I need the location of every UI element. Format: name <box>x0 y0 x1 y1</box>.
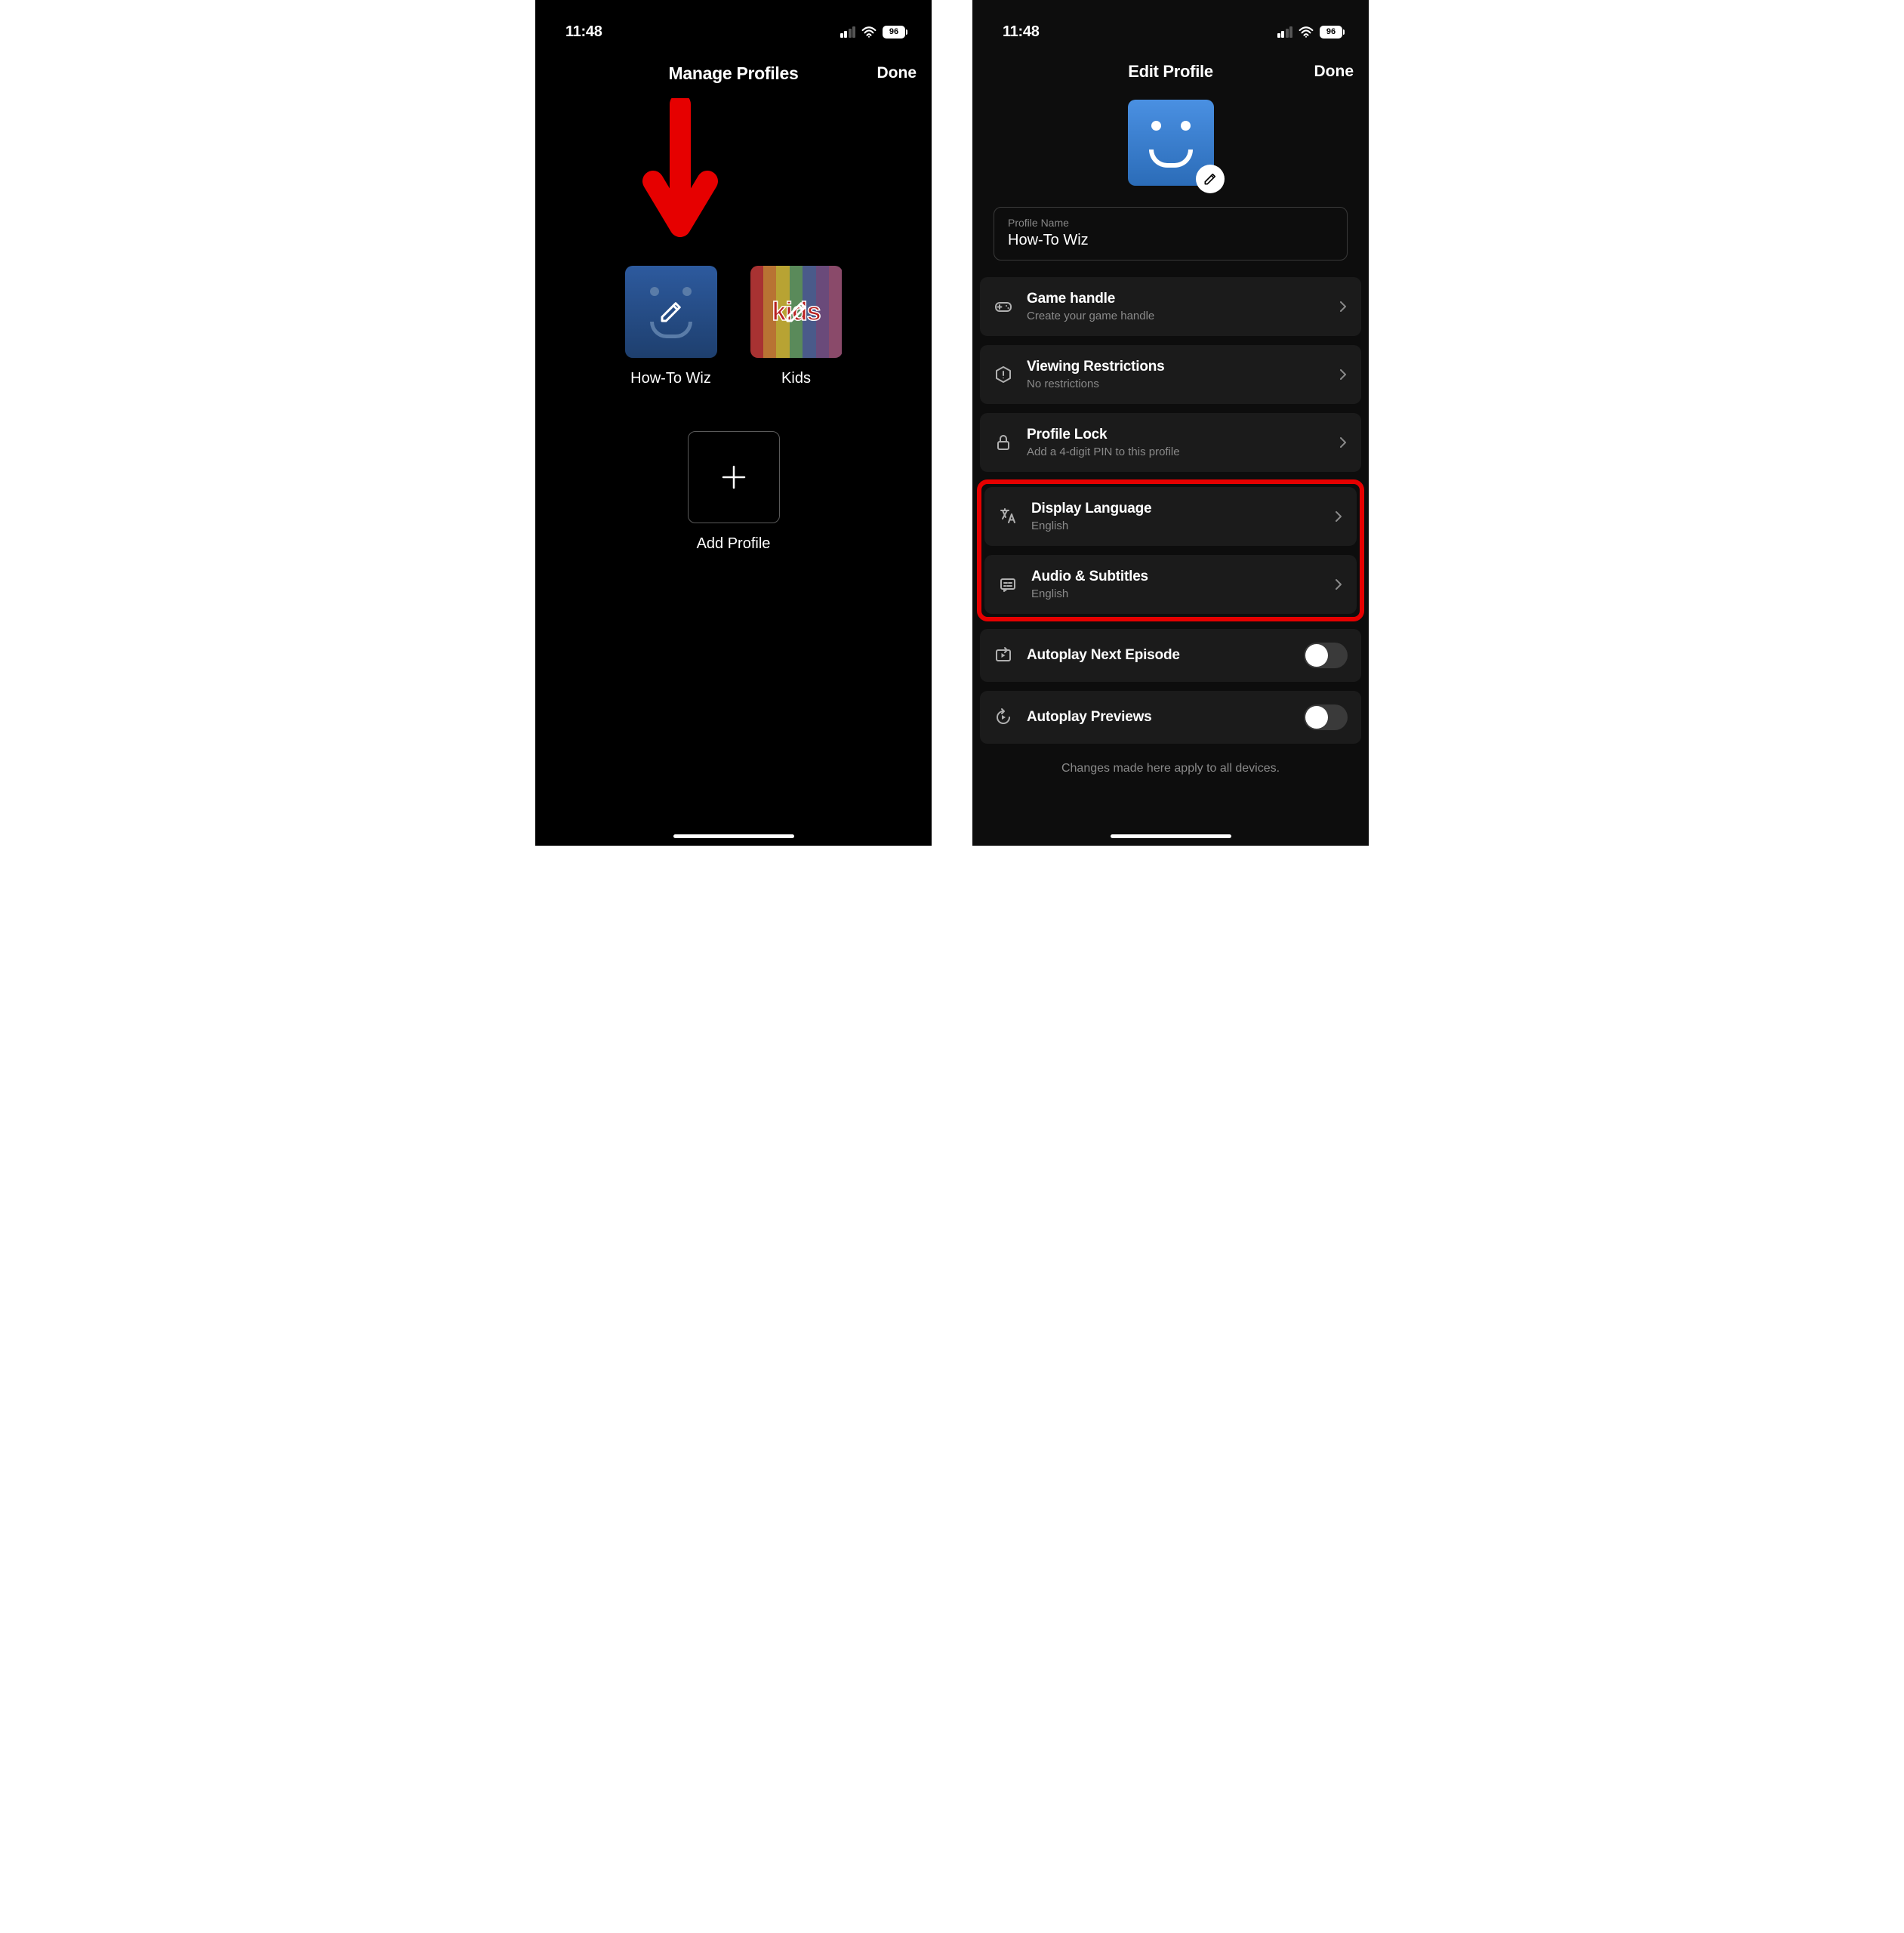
field-label: Profile Name <box>1008 217 1333 229</box>
chevron-right-icon <box>1334 577 1343 592</box>
setting-game-handle[interactable]: Game handle Create your game handle <box>980 277 1361 336</box>
status-icons: 96 <box>1277 26 1345 39</box>
lock-icon <box>994 433 1013 452</box>
play-next-icon <box>994 646 1013 665</box>
status-bar: 11:48 96 <box>535 0 932 47</box>
cell-signal-icon <box>1277 26 1293 38</box>
setting-title: Autoplay Previews <box>1027 709 1290 726</box>
chevron-right-icon <box>1339 299 1348 314</box>
footnote: Changes made here apply to all devices. <box>972 762 1369 775</box>
setting-audio-subtitles[interactable]: Audio & Subtitles English <box>984 555 1357 614</box>
status-time: 11:48 <box>1003 23 1040 41</box>
language-icon <box>998 507 1018 526</box>
status-icons: 96 <box>840 26 908 39</box>
setting-title: Viewing Restrictions <box>1027 359 1325 375</box>
profile-label: How-To Wiz <box>630 370 711 387</box>
plus-icon <box>719 462 749 492</box>
pencil-icon <box>1203 171 1218 187</box>
done-button[interactable]: Done <box>877 64 917 82</box>
setting-autoplay-previews[interactable]: Autoplay Previews <box>980 691 1361 744</box>
header: Edit Profile Done <box>972 47 1369 97</box>
profile-name-input[interactable] <box>1008 232 1333 249</box>
setting-subtitle: English <box>1031 519 1320 532</box>
profile-item-kids[interactable]: kids Kids <box>750 266 843 387</box>
status-bar: 11:48 96 <box>972 0 1369 47</box>
battery-icon: 96 <box>883 26 907 39</box>
profiles-grid: How-To Wiz kids Kids <box>535 266 932 387</box>
setting-viewing-restrictions[interactable]: Viewing Restrictions No restrictions <box>980 345 1361 404</box>
setting-subtitle: No restrictions <box>1027 378 1325 390</box>
game-controller-icon <box>994 297 1013 316</box>
replay-icon <box>994 708 1013 727</box>
page-title: Manage Profiles <box>669 63 799 84</box>
toggle-autoplay-next[interactable] <box>1304 643 1348 668</box>
setting-subtitle: Create your game handle <box>1027 310 1325 322</box>
battery-icon: 96 <box>1320 26 1345 39</box>
edit-avatar-button[interactable] <box>1196 165 1225 193</box>
setting-title: Autoplay Next Episode <box>1027 647 1290 664</box>
chevron-right-icon <box>1339 435 1348 450</box>
toggle-autoplay-previews[interactable] <box>1304 704 1348 730</box>
subtitles-icon <box>998 575 1018 594</box>
pencil-icon <box>658 298 685 325</box>
battery-level: 96 <box>883 26 905 39</box>
page-title: Edit Profile <box>1128 62 1213 82</box>
status-time: 11:48 <box>565 23 602 41</box>
chevron-right-icon <box>1339 367 1348 382</box>
wifi-icon <box>1299 26 1314 38</box>
avatar <box>625 266 717 358</box>
setting-title: Profile Lock <box>1027 427 1325 443</box>
header: Manage Profiles Done <box>535 47 932 100</box>
home-indicator[interactable] <box>673 834 794 838</box>
home-indicator[interactable] <box>1111 834 1231 838</box>
add-profile-label: Add Profile <box>697 535 771 553</box>
chevron-right-icon <box>1334 509 1343 524</box>
wifi-icon <box>861 26 877 38</box>
setting-autoplay-next[interactable]: Autoplay Next Episode <box>980 629 1361 682</box>
add-profile-button[interactable]: Add Profile <box>535 431 932 553</box>
setting-subtitle: English <box>1031 587 1320 600</box>
setting-display-language[interactable]: Display Language English <box>984 487 1357 546</box>
cell-signal-icon <box>840 26 856 38</box>
setting-title: Game handle <box>1027 291 1325 307</box>
done-button[interactable]: Done <box>1314 63 1354 81</box>
manage-profiles-screen: 11:48 96 Manage Profiles Done <box>535 0 932 846</box>
edit-profile-screen: 11:48 96 Edit Profile Done <box>972 0 1369 846</box>
profile-item-howto[interactable]: How-To Wiz <box>625 266 717 387</box>
warning-icon <box>994 365 1013 384</box>
setting-title: Display Language <box>1031 501 1320 517</box>
annotation-arrow-icon <box>642 98 718 242</box>
settings-list: Game handle Create your game handle View… <box>980 277 1361 744</box>
profile-label: Kids <box>781 370 811 387</box>
edit-avatar[interactable] <box>972 100 1369 186</box>
profile-name-field[interactable]: Profile Name <box>994 207 1348 261</box>
setting-profile-lock[interactable]: Profile Lock Add a 4-digit PIN to this p… <box>980 413 1361 472</box>
setting-title: Audio & Subtitles <box>1031 569 1320 585</box>
avatar: kids <box>750 266 843 358</box>
pencil-icon <box>783 298 810 325</box>
battery-level: 96 <box>1320 26 1342 39</box>
setting-subtitle: Add a 4-digit PIN to this profile <box>1027 445 1325 458</box>
annotation-highlight: Display Language English Audio & Subtitl… <box>977 479 1364 621</box>
